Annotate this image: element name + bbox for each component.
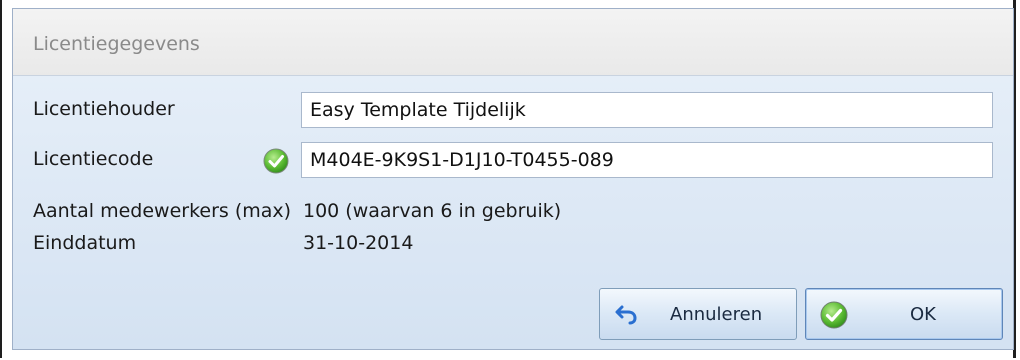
employees-label: Aantal medewerkers (max) [33,200,292,222]
holder-input[interactable] [301,92,993,128]
dialog-titlebar: Licentiegegevens [13,9,1013,76]
enddate-label: Einddatum [33,232,137,254]
employees-value: 100 (waarvan 6 in gebruik) [303,200,562,222]
ok-button-label: OK [910,304,936,325]
ok-button[interactable]: OK [805,288,1003,340]
dialog-content: Licentiehouder Licentiecode [13,76,1013,349]
dialog-title: Licentiegegevens [33,33,200,55]
window-frame: Licentiegegevens Licentiehouder Licentie… [0,0,1016,358]
license-dialog: Licentiegegevens Licentiehouder Licentie… [12,8,1014,350]
code-input[interactable] [301,142,993,178]
code-valid-icon [263,148,289,174]
check-icon [820,301,848,334]
holder-label: Licentiehouder [33,98,175,120]
code-label: Licentiecode [33,148,154,170]
cancel-button-label: Annuleren [670,304,763,325]
enddate-value: 31-10-2014 [303,232,414,254]
undo-icon [614,301,640,332]
cancel-button[interactable]: Annuleren [599,288,797,340]
